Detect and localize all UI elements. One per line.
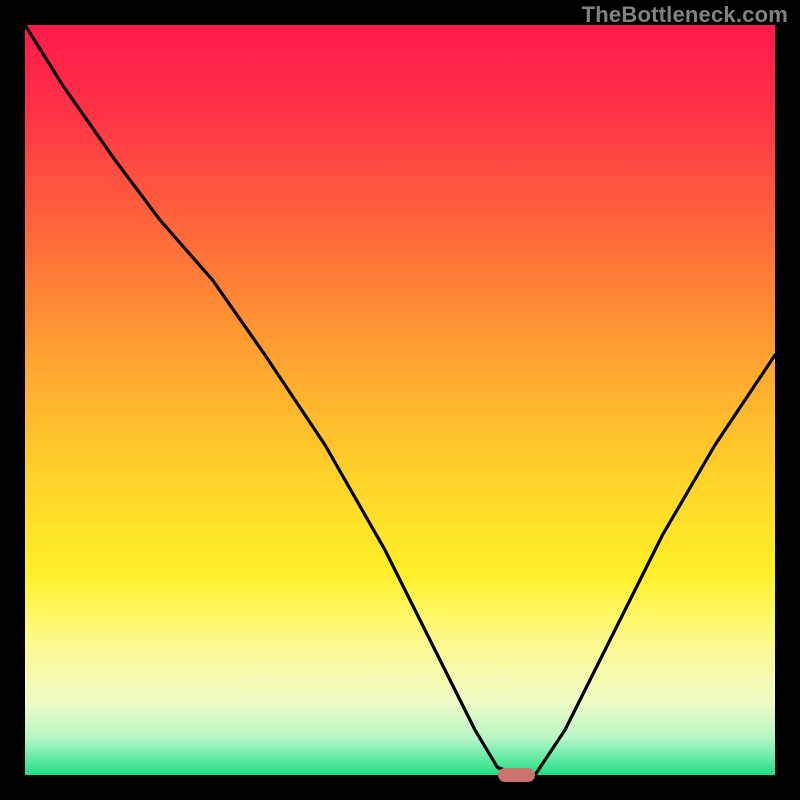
plot-gradient-background <box>25 25 775 775</box>
watermark-text: TheBottleneck.com <box>582 2 788 28</box>
chart-frame: TheBottleneck.com <box>0 0 800 800</box>
optimal-point-marker <box>498 768 536 782</box>
